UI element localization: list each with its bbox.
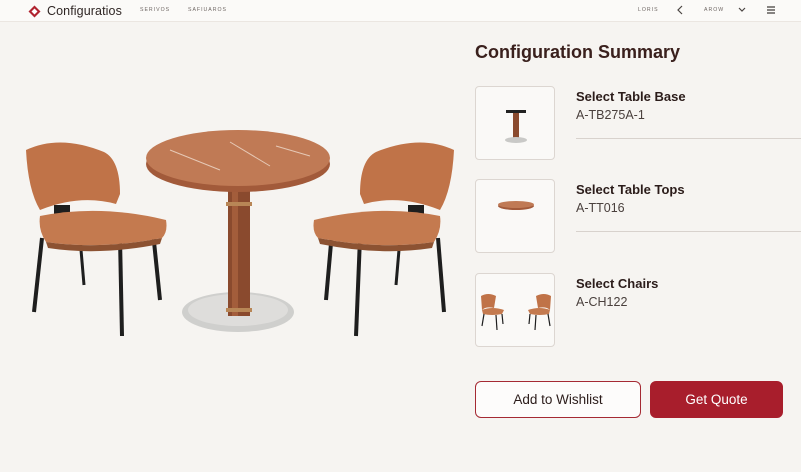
chevron-down-icon[interactable] bbox=[737, 4, 747, 18]
divider bbox=[576, 138, 801, 139]
row-code: A-TB275A-1 bbox=[576, 108, 645, 122]
top-bar: Configuratios SERIVOS SAFIUAROS LORIS AR… bbox=[0, 0, 801, 22]
summary-title: Configuration Summary bbox=[475, 42, 681, 62]
account-link[interactable]: AROW bbox=[704, 7, 724, 13]
table-base-icon bbox=[505, 110, 527, 143]
config-row-table-base[interactable]: Select Table Base A-TB275A-1 bbox=[475, 86, 801, 162]
chairs-thumbnail[interactable] bbox=[475, 273, 555, 347]
row-title: Select Table Base bbox=[576, 89, 686, 104]
get-quote-button[interactable]: Get Quote bbox=[650, 381, 783, 418]
row-code: A-CH122 bbox=[576, 295, 628, 309]
chairs-icon bbox=[481, 294, 551, 331]
brand-name: Configuratios bbox=[47, 4, 122, 18]
config-row-chairs[interactable]: Select Chairs A-CH122 bbox=[475, 273, 781, 349]
hamburger-menu-icon[interactable] bbox=[765, 4, 777, 18]
brand-logo-icon bbox=[28, 5, 41, 17]
divider bbox=[576, 231, 801, 232]
nav-link-safeguards[interactable]: SAFIUAROS bbox=[188, 7, 227, 13]
login-link[interactable]: LORIS bbox=[638, 7, 659, 13]
table-base-thumbnail[interactable] bbox=[475, 86, 555, 160]
table-top-thumbnail[interactable] bbox=[475, 179, 555, 253]
add-to-wishlist-button[interactable]: Add to Wishlist bbox=[475, 381, 641, 418]
config-row-table-tops[interactable]: Select Table Tops A-TT016 bbox=[475, 179, 801, 255]
table-top-icon bbox=[498, 201, 534, 210]
row-code: A-TT016 bbox=[576, 201, 625, 215]
row-title: Select Table Tops bbox=[576, 182, 685, 197]
right-chair-illustration bbox=[313, 142, 454, 337]
row-title: Select Chairs bbox=[576, 276, 659, 291]
left-chair-illustration bbox=[26, 142, 167, 337]
nav-link-services[interactable]: SERIVOS bbox=[140, 7, 170, 13]
brand[interactable]: Configuratios bbox=[28, 4, 122, 18]
product-hero-image bbox=[26, 130, 454, 337]
table-illustration bbox=[146, 130, 330, 332]
chevron-left-icon[interactable] bbox=[676, 4, 684, 19]
